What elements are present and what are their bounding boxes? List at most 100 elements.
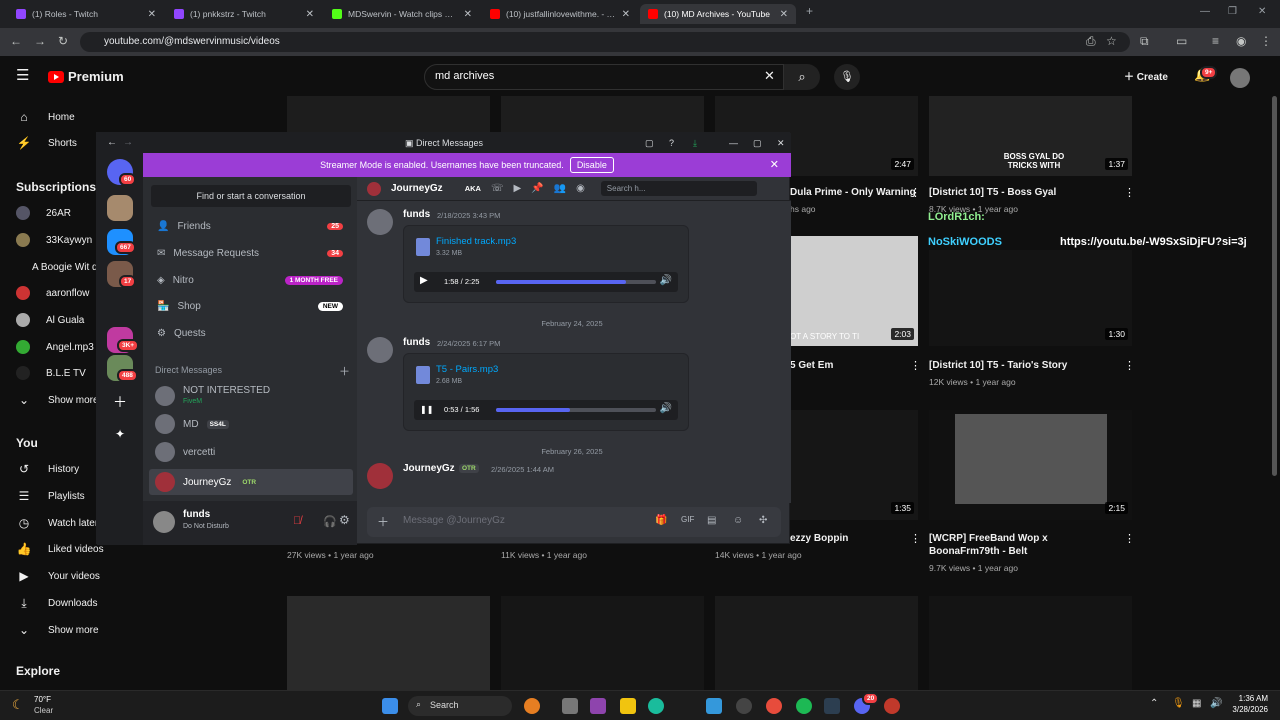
widget-icon[interactable] [524,698,540,714]
sidebar-item-shop[interactable]: 🏪 Shop NEW [157,301,343,312]
download-icon[interactable]: ⤓ [693,133,697,153]
subscriptions-heading[interactable]: Subscriptions [16,180,96,194]
close-icon[interactable]: ✕ [464,9,472,20]
subscription-item[interactable]: aaronflow [16,286,89,300]
sidebar-item-liked[interactable]: 👍 Liked videos [16,542,104,556]
video-thumbnail[interactable]: OT A STORY TO TI 2:03 [790,236,918,346]
menu-icon[interactable]: ⋮ [1260,34,1272,48]
close-icon[interactable]: ✕ [622,9,630,20]
video-title[interactable]: [WCRP] FreeBand Wop x BoonaFrm79th - Bel… [929,532,1109,558]
forward-icon[interactable]: → [123,133,133,153]
show-more-button[interactable]: ⌄ Show more [16,393,99,407]
bookmark-star-icon[interactable]: ☆ [1106,34,1117,48]
browser-tab[interactable]: MDSwervin - Watch clips on Kick✕ [324,4,480,24]
spotify-icon[interactable] [796,698,812,714]
add-server-icon[interactable]: ＋ [107,389,133,415]
display-icon[interactable]: ▢ [645,133,654,153]
video-thumbnail[interactable]: 2:15 [929,410,1132,520]
help-icon[interactable]: ? [669,133,674,153]
add-friend-icon[interactable]: 👥 [554,183,566,194]
video-title[interactable]: 5 Get Em [790,359,833,372]
close-icon[interactable]: ✕ [780,9,788,20]
avatar[interactable] [153,511,175,533]
more-options-icon[interactable]: ⋮ [1124,532,1135,545]
video-thumbnail[interactable] [715,596,918,690]
video-thumbnail[interactable] [929,596,1132,690]
create-button[interactable]: ＋ Create [1124,68,1168,83]
mic-in-use-icon[interactable]: 🎙 [1172,698,1185,709]
attach-plus-icon[interactable]: ＋ [377,513,389,530]
video-thumbnail[interactable]: 1:30 [929,250,1132,346]
aka-button[interactable]: AKA [465,184,481,193]
apps-icon[interactable]: ✣ [759,515,767,526]
sidebar-item-playlists[interactable]: ☰ Playlists [16,489,85,503]
search-input[interactable]: Search h... [600,181,757,196]
github-icon[interactable] [736,698,752,714]
dm-item[interactable]: MD SS4L [149,411,353,437]
video-thumbnail[interactable] [287,96,490,134]
sidebar-item-message-requests[interactable]: ✉ Message Requests 34 [157,248,343,259]
explore-servers-icon[interactable]: ✦ [107,421,133,447]
video-title[interactable]: [District 10] T5 - Boss Gyal [929,186,1056,199]
browser-tab[interactable]: (10) justfallinlovewithme. - YouTube✕ [482,4,638,24]
profile-icon[interactable]: ◉ [1236,34,1246,48]
network-icon[interactable]: ▦ [1192,698,1201,709]
maximize-icon[interactable]: ▢ [753,133,762,153]
reload-icon[interactable]: ↻ [58,34,68,48]
file-link[interactable]: Finished track.mp3 [436,236,516,247]
create-dm-icon[interactable]: ＋ [339,363,350,379]
url-field[interactable]: youtube.com/@mdswervinmusic/videos [80,32,1130,52]
subscription-item[interactable]: B.L.E TV [16,366,86,380]
gift-icon[interactable]: 🎁 [655,515,667,526]
tray-chevron-icon[interactable]: ⌃ [1150,698,1158,709]
find-conversation-input[interactable]: Find or start a conversation [151,185,351,207]
copilot-icon[interactable] [590,698,606,714]
minimize-icon[interactable]: — [1200,6,1210,17]
volume-icon[interactable]: 🔊 [1210,698,1222,709]
sidebar-item-nitro[interactable]: ◈ Nitro 1 MONTH FREE [157,275,343,286]
install-icon[interactable]: ⎙ [1086,34,1096,49]
new-tab-button[interactable]: + [806,4,813,18]
back-icon[interactable]: ← [10,34,22,48]
emoji-icon[interactable]: ☺ [733,515,743,526]
video-title[interactable]: [District 10] T5 - Tario's Story [929,359,1067,372]
message-input[interactable]: Message @JourneyGz [367,507,781,537]
more-options-icon[interactable]: ⋮ [910,359,921,372]
seek-bar[interactable] [496,408,656,412]
sidebar-item-shorts[interactable]: ⚡ Shorts [16,136,77,150]
xbox-icon[interactable] [824,698,840,714]
subscription-item[interactable]: 33Kaywyn [16,233,92,247]
file-link[interactable]: T5 - Pairs.mp3 [436,364,498,375]
mute-icon[interactable]: 🎙̸ [293,515,301,527]
you-heading[interactable]: You [16,436,38,450]
server-icon[interactable] [107,195,133,221]
pin-icon[interactable]: 📌 [531,183,543,194]
windows-start-icon[interactable] [382,698,398,714]
more-options-icon[interactable]: ⋮ [1124,359,1135,372]
sticker-icon[interactable]: ▤ [707,515,716,526]
more-options-icon[interactable]: ⋮ [1124,186,1135,199]
subscription-item[interactable]: Al Guala [16,313,84,327]
taskbar-search[interactable]: ⌕ Search [408,696,512,716]
search-icon[interactable]: ⌕ [784,64,820,90]
video-title[interactable]: ezzy Boppin [790,532,848,545]
close-icon[interactable]: ✕ [306,9,314,20]
disable-button[interactable]: Disable [569,157,614,173]
browser-tab-active[interactable]: (10) MD Archives - YouTube ✕ [640,4,796,24]
opera-icon[interactable] [884,698,900,714]
video-thumbnail[interactable] [287,596,490,690]
volume-icon[interactable]: 🔊 [660,403,672,414]
video-thumbnail[interactable]: BOSS GYAL DO TRICKS WITH 1:37 [929,96,1132,176]
settings-gear-icon[interactable]: ⚙ [339,513,350,527]
clear-search-icon[interactable]: ✕ [764,68,775,84]
weather-temp[interactable]: 70°F [34,695,51,704]
browser-tab[interactable]: (1) pnkkstrz - Twitch ✕ [166,4,322,24]
sidebar-item-friends[interactable]: 👤 Friends 25 [157,221,343,232]
youtube-logo[interactable]: Premium [48,69,124,84]
subscription-item[interactable]: 26AR [16,206,71,220]
sidebar-item-downloads[interactable]: ⤓ Downloads [16,596,97,611]
chrome-icon[interactable] [766,698,782,714]
minimize-icon[interactable]: — [729,133,738,153]
subscription-item[interactable]: Angel.mp3 [16,340,94,354]
sidebar-item-home[interactable]: ⌂ Home [16,110,74,124]
